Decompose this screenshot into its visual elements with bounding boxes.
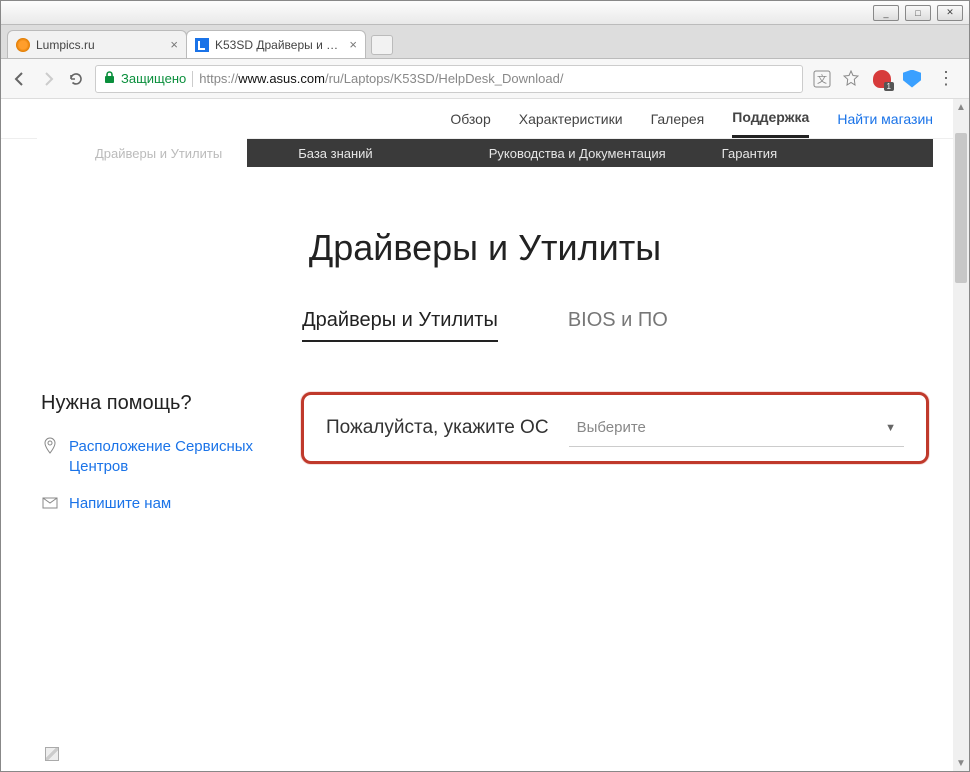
subnav-manuals[interactable]: Руководства и Документация bbox=[471, 146, 684, 161]
tab-close-icon[interactable]: × bbox=[170, 37, 178, 52]
help-sidebar: Нужна помощь? Расположение Сервисных Цен… bbox=[41, 392, 281, 532]
browser-menu-button[interactable]: ⋮ bbox=[933, 68, 959, 89]
window-minimize-button[interactable]: _ bbox=[873, 5, 899, 21]
broken-image-icon bbox=[45, 747, 59, 761]
window-maximize-button[interactable]: □ bbox=[905, 5, 931, 21]
subnav-drivers[interactable]: Драйверы и Утилиты bbox=[77, 146, 240, 161]
page-content: Обзор Характеристики Галерея Поддержка Н… bbox=[1, 99, 969, 771]
os-prompt-label: Пожалуйста, укажите ОС bbox=[326, 417, 549, 439]
subnav-kb[interactable]: База знаний bbox=[280, 146, 391, 161]
window-close-button[interactable]: ✕ bbox=[937, 5, 963, 21]
browser-window: _ □ ✕ Lumpics.ru × K53SD Драйверы и Утил… bbox=[0, 0, 970, 772]
page-headline: Драйверы и Утилиты bbox=[1, 227, 969, 269]
nav-support[interactable]: Поддержка bbox=[732, 99, 809, 138]
content-row: Нужна помощь? Расположение Сервисных Цен… bbox=[1, 392, 969, 532]
scroll-down-arrow-icon[interactable]: ▼ bbox=[953, 755, 969, 771]
reload-button[interactable] bbox=[67, 70, 85, 88]
extension-icons: 文 ⋮ bbox=[813, 68, 959, 89]
back-button[interactable] bbox=[11, 70, 29, 88]
help-title: Нужна помощь? bbox=[41, 392, 281, 415]
nav-find-store[interactable]: Найти магазин bbox=[837, 101, 933, 137]
divider bbox=[192, 71, 193, 87]
nav-overview[interactable]: Обзор bbox=[450, 101, 490, 137]
tab-close-icon[interactable]: × bbox=[349, 37, 357, 52]
favicon-lumpics-icon bbox=[16, 38, 30, 52]
help-link-contact[interactable]: Напишите нам bbox=[41, 494, 281, 514]
tab-title: Lumpics.ru bbox=[36, 38, 166, 52]
lock-icon bbox=[104, 71, 115, 87]
os-select-placeholder: Выберите bbox=[577, 419, 646, 436]
tab-title: K53SD Драйверы и Утил bbox=[215, 38, 345, 52]
subnav-warranty[interactable]: Гарантия bbox=[704, 146, 795, 161]
chevron-down-icon: ▼ bbox=[885, 422, 896, 434]
secure-label: Защищено bbox=[121, 71, 186, 86]
ghostery-icon[interactable] bbox=[873, 70, 891, 88]
browser-tab-asus[interactable]: K53SD Драйверы и Утил × bbox=[186, 30, 366, 58]
pin-icon bbox=[41, 437, 59, 455]
help-link-label: Расположение Сервисных Центров bbox=[69, 437, 281, 476]
site-top-nav: Обзор Характеристики Галерея Поддержка Н… bbox=[1, 99, 969, 139]
mail-icon bbox=[41, 494, 59, 512]
favicon-asus-icon bbox=[195, 38, 209, 52]
browser-addressbar: Защищено https://www.asus.com/ru/Laptops… bbox=[1, 59, 969, 99]
os-select-dropdown[interactable]: Выберите ▼ bbox=[569, 409, 904, 447]
page-scrollbar[interactable]: ▲ ▼ bbox=[953, 99, 969, 771]
url-text: https://www.asus.com/ru/Laptops/K53SD/He… bbox=[199, 71, 563, 86]
window-titlebar: _ □ ✕ bbox=[1, 1, 969, 25]
url-field[interactable]: Защищено https://www.asus.com/ru/Laptops… bbox=[95, 65, 803, 93]
browser-tab-lumpics[interactable]: Lumpics.ru × bbox=[7, 30, 187, 58]
tab-bios-software[interactable]: BIOS и ПО bbox=[568, 309, 668, 342]
shield-icon[interactable] bbox=[903, 70, 921, 88]
section-tabs: Драйверы и Утилиты BIOS и ПО bbox=[1, 309, 969, 342]
scrollbar-thumb[interactable] bbox=[955, 133, 967, 283]
tab-drivers-utilities[interactable]: Драйверы и Утилиты bbox=[302, 309, 498, 342]
help-link-label: Напишите нам bbox=[69, 494, 171, 514]
bookmark-star-icon[interactable] bbox=[843, 70, 861, 88]
browser-tabstrip: Lumpics.ru × K53SD Драйверы и Утил × bbox=[1, 25, 969, 59]
nav-specs[interactable]: Характеристики bbox=[519, 101, 623, 137]
new-tab-button[interactable] bbox=[371, 35, 393, 55]
svg-text:文: 文 bbox=[817, 73, 827, 86]
help-link-service-centers[interactable]: Расположение Сервисных Центров bbox=[41, 437, 281, 476]
support-subnav: Драйверы и Утилиты База знаний Руководст… bbox=[37, 139, 933, 167]
scroll-up-arrow-icon[interactable]: ▲ bbox=[953, 99, 969, 115]
forward-button[interactable] bbox=[39, 70, 57, 88]
nav-gallery[interactable]: Галерея bbox=[651, 101, 705, 137]
translate-icon[interactable]: 文 bbox=[813, 70, 831, 88]
os-selector-box: Пожалуйста, укажите ОС Выберите ▼ bbox=[301, 392, 929, 464]
